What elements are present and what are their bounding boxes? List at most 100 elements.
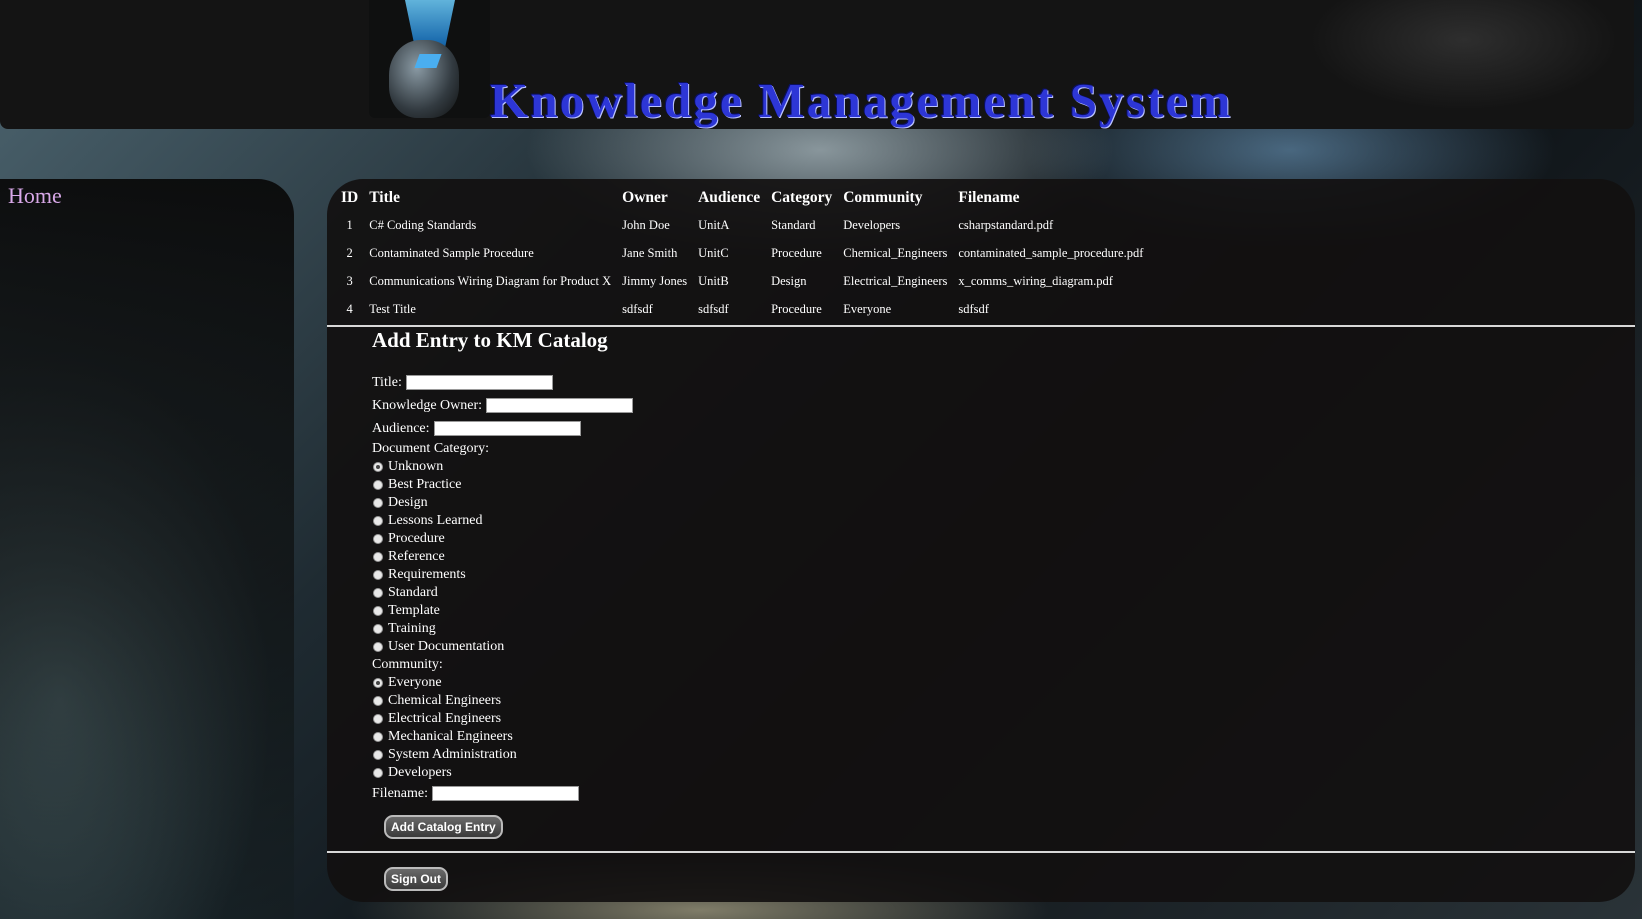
community-option[interactable]: System Administration bbox=[372, 746, 633, 764]
radio-icon[interactable] bbox=[373, 714, 383, 724]
category-option-label: Lessons Learned bbox=[388, 513, 483, 528]
cell-category: Procedure bbox=[771, 246, 822, 260]
community-option-label: Everyone bbox=[388, 675, 442, 690]
radio-icon[interactable] bbox=[373, 498, 383, 508]
cell-owner: sdfsdf bbox=[622, 302, 653, 316]
category-option[interactable]: User Documentation bbox=[372, 638, 633, 656]
cell-filename: sdfsdf bbox=[958, 302, 989, 316]
radio-icon[interactable] bbox=[373, 552, 383, 562]
category-option[interactable]: Template bbox=[372, 602, 633, 620]
cell-id: 3 bbox=[346, 274, 353, 288]
sign-out-button[interactable]: Sign Out bbox=[384, 867, 448, 891]
community-option[interactable]: Everyone bbox=[372, 674, 633, 692]
divider bbox=[327, 851, 1635, 853]
table-row: 1 C# Coding Standards John Doe UnitA Sta… bbox=[336, 213, 1149, 241]
owner-row: Knowledge Owner: bbox=[372, 394, 634, 417]
radio-icon[interactable] bbox=[373, 570, 383, 580]
title-label: Title: bbox=[372, 374, 402, 390]
catalog-header-row: ID Title Owner Audience Category Communi… bbox=[336, 185, 1149, 213]
community-option[interactable]: Mechanical Engineers bbox=[372, 728, 633, 746]
community-option[interactable]: Chemical Engineers bbox=[372, 692, 633, 710]
radio-icon[interactable] bbox=[373, 606, 383, 616]
column-header-filename: Filename bbox=[958, 189, 1020, 206]
radio-icon[interactable] bbox=[373, 732, 383, 742]
column-header-community: Community bbox=[843, 189, 923, 206]
category-option[interactable]: Standard bbox=[372, 584, 633, 602]
table-row: 2 Contaminated Sample Procedure Jane Smi… bbox=[336, 241, 1149, 269]
category-option-label: Design bbox=[388, 495, 428, 510]
filename-input[interactable] bbox=[432, 786, 579, 801]
audience-label: Audience: bbox=[372, 420, 430, 436]
main-content: ID Title Owner Audience Category Communi… bbox=[327, 179, 1635, 902]
cell-category: Procedure bbox=[771, 302, 822, 316]
cell-community: Chemical_Engineers bbox=[843, 246, 948, 260]
community-option-label: Chemical Engineers bbox=[388, 693, 502, 708]
catalog-table: ID Title Owner Audience Category Communi… bbox=[336, 185, 1149, 325]
cell-title: Communications Wiring Diagram for Produc… bbox=[369, 274, 612, 288]
home-link[interactable]: Home bbox=[8, 183, 62, 209]
radio-selected-icon[interactable] bbox=[373, 678, 383, 688]
filename-label: Filename: bbox=[372, 785, 428, 801]
header-background bbox=[1214, 0, 1634, 129]
cell-owner: Jane Smith bbox=[622, 246, 678, 260]
category-option[interactable]: Best Practice bbox=[372, 476, 633, 494]
category-option-label: Reference bbox=[388, 549, 445, 564]
community-option[interactable]: Electrical Engineers bbox=[372, 710, 633, 728]
add-catalog-entry-button[interactable]: Add Catalog Entry bbox=[384, 815, 503, 839]
radio-icon[interactable] bbox=[373, 516, 383, 526]
cell-title: Contaminated Sample Procedure bbox=[369, 246, 534, 260]
category-option-label: User Documentation bbox=[388, 639, 505, 654]
cell-id: 1 bbox=[346, 218, 353, 232]
site-header: Knowledge Management System bbox=[0, 0, 1634, 129]
category-option-label: Standard bbox=[388, 585, 438, 600]
community-option[interactable]: Developers bbox=[372, 764, 633, 782]
radio-icon[interactable] bbox=[373, 768, 383, 778]
category-option[interactable]: Procedure bbox=[372, 530, 633, 548]
radio-icon[interactable] bbox=[373, 750, 383, 760]
cell-category: Standard bbox=[771, 218, 816, 232]
category-option[interactable]: Training bbox=[372, 620, 633, 638]
table-row: 3 Communications Wiring Diagram for Prod… bbox=[336, 269, 1149, 297]
radio-icon[interactable] bbox=[373, 588, 383, 598]
category-option[interactable]: Reference bbox=[372, 548, 633, 566]
cell-filename: contaminated_sample_procedure.pdf bbox=[958, 246, 1144, 260]
community-option-label: Electrical Engineers bbox=[388, 711, 502, 726]
category-option-label: Training bbox=[388, 621, 436, 636]
radio-icon[interactable] bbox=[373, 642, 383, 652]
add-entry-form: Add Entry to KM Catalog Title: Knowledge… bbox=[372, 328, 634, 805]
cell-audience: UnitA bbox=[698, 218, 730, 232]
column-header-owner: Owner bbox=[622, 189, 668, 206]
cell-owner: John Doe bbox=[622, 218, 670, 232]
category-option[interactable]: Unknown bbox=[372, 458, 633, 476]
owner-label: Knowledge Owner: bbox=[372, 397, 483, 413]
cell-community: Developers bbox=[843, 218, 901, 232]
radio-icon[interactable] bbox=[373, 624, 383, 634]
cell-id: 4 bbox=[346, 302, 353, 316]
radio-icon[interactable] bbox=[373, 534, 383, 544]
column-header-title: Title bbox=[369, 189, 400, 206]
category-option[interactable]: Requirements bbox=[372, 566, 633, 584]
category-option[interactable]: Lessons Learned bbox=[372, 512, 633, 530]
radio-icon[interactable] bbox=[373, 696, 383, 706]
cell-owner: Jimmy Jones bbox=[622, 274, 688, 288]
cell-community: Everyone bbox=[843, 302, 892, 316]
category-label: Document Category: bbox=[372, 441, 490, 456]
title-row: Title: bbox=[372, 371, 633, 394]
audience-input[interactable] bbox=[433, 421, 581, 436]
community-option-label: System Administration bbox=[388, 747, 517, 762]
cell-category: Design bbox=[771, 274, 807, 288]
radio-icon[interactable] bbox=[373, 480, 383, 490]
owner-input[interactable] bbox=[486, 398, 634, 413]
title-input[interactable] bbox=[405, 375, 553, 390]
category-option-label: Procedure bbox=[388, 531, 445, 546]
cell-filename: csharpstandard.pdf bbox=[958, 218, 1054, 232]
category-option-label: Requirements bbox=[388, 567, 466, 582]
sidebar: Home bbox=[0, 179, 294, 919]
radio-selected-icon[interactable] bbox=[373, 462, 383, 472]
form-heading: Add Entry to KM Catalog bbox=[372, 328, 608, 352]
category-option-label: Unknown bbox=[388, 459, 444, 474]
category-option[interactable]: Design bbox=[372, 494, 633, 512]
column-header-category: Category bbox=[771, 189, 833, 206]
category-option-label: Template bbox=[388, 603, 440, 618]
cell-title: C# Coding Standards bbox=[369, 218, 477, 232]
